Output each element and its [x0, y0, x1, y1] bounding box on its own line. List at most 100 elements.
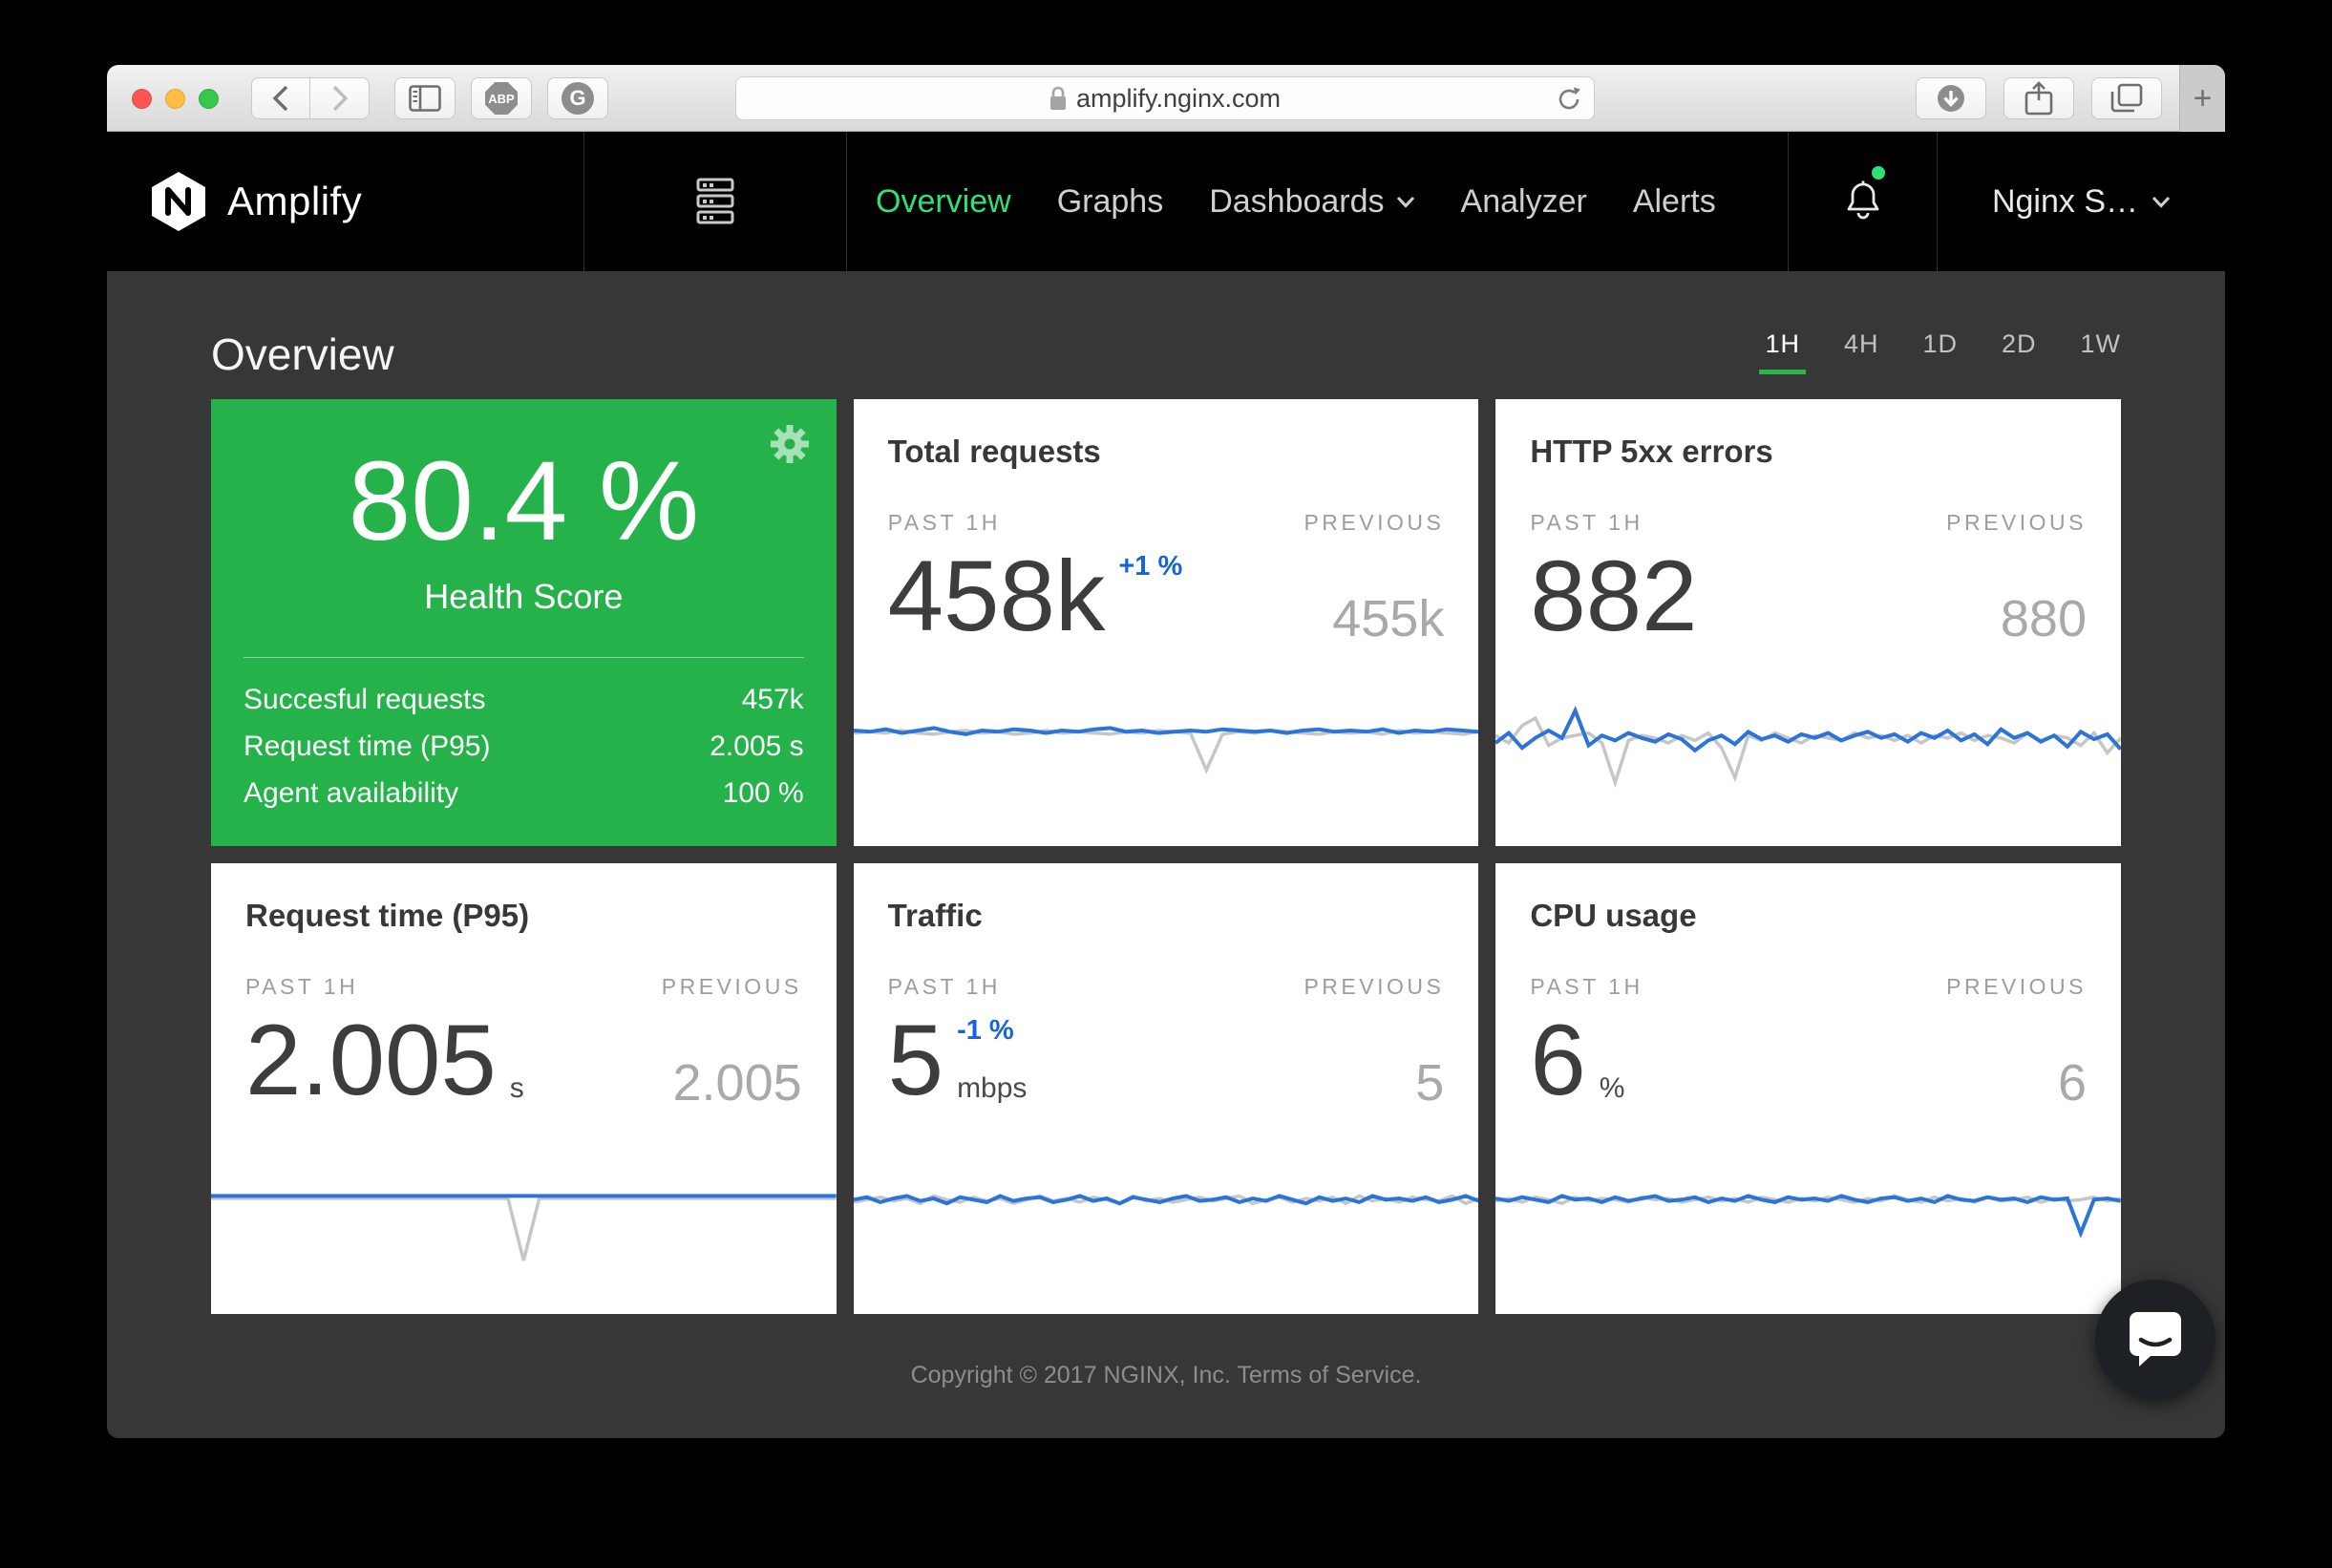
notification-dot [1872, 166, 1885, 180]
bell-icon [1843, 179, 1883, 224]
health-row-successful-requests: Succesful requests 457k [244, 677, 804, 724]
past-label: PAST 1H [888, 974, 1001, 1000]
health-row-request-time: Request time (P95) 2.005 s [244, 724, 804, 771]
show-tabs-button[interactable] [2091, 77, 2162, 119]
card-title: HTTP 5xx errors [1530, 434, 2087, 470]
time-range-tabs: 1H 4H 1D 2D 1W [1765, 329, 2121, 380]
chat-bubble-icon [2128, 1310, 2183, 1369]
browser-toolbar: ABP G amplify.nginx.com [107, 65, 2225, 132]
new-tab-button[interactable]: + [2179, 65, 2225, 132]
nginx-logo-icon [151, 171, 206, 232]
divider [244, 657, 804, 658]
metric-unit: mbps [957, 1072, 1027, 1105]
browser-window: ABP G amplify.nginx.com [107, 65, 2225, 1438]
metric-change: -1 % [957, 1015, 1027, 1047]
metric-previous: 2.005 [673, 1057, 802, 1109]
metric-unit: % [1600, 1072, 1625, 1105]
address-bar[interactable]: amplify.nginx.com [735, 76, 1595, 120]
ghostery-extension-button[interactable]: G [547, 77, 608, 119]
nav-item-dashboards[interactable]: Dashboards [1209, 183, 1414, 221]
metric-previous: 5 [1415, 1057, 1444, 1109]
range-tab-2d[interactable]: 2D [2002, 329, 2037, 374]
abp-icon: ABP [485, 82, 518, 115]
account-menu[interactable]: Nginx S… [1938, 132, 2225, 271]
chevron-down-icon [1396, 196, 1415, 208]
previous-label: PREVIOUS [662, 974, 802, 1000]
card-title: Traffic [888, 898, 1445, 934]
http-5xx-sparkline [1495, 693, 2121, 817]
share-button[interactable] [2003, 77, 2074, 119]
terms-of-service-link[interactable]: Terms of Service. [1237, 1362, 1421, 1388]
content-area: Overview 1H 4H 1D 2D 1W [107, 271, 2225, 1438]
sidebar-toggle-button[interactable] [394, 77, 456, 119]
account-name: Nginx S… [1992, 183, 2138, 221]
traffic-card: Traffic PAST 1H PREVIOUS 5 -1 % mbps 5 [854, 863, 1479, 1314]
downloads-button[interactable] [1916, 77, 1986, 119]
range-tab-4h[interactable]: 4H [1844, 329, 1879, 374]
nav-item-analyzer[interactable]: Analyzer [1461, 183, 1587, 221]
range-tab-1h[interactable]: 1H [1765, 329, 1800, 374]
health-score-card: 80.4 % Health Score Succesful requests 4… [211, 399, 837, 846]
chevron-left-icon [270, 84, 291, 113]
notifications-button[interactable] [1788, 132, 1938, 271]
cpu-usage-sparkline [1495, 1161, 2121, 1285]
range-tab-1d[interactable]: 1D [1922, 329, 1958, 374]
metric-value: 458k [888, 549, 1106, 645]
server-rack-icon [690, 174, 740, 229]
past-label: PAST 1H [1530, 974, 1643, 1000]
adblock-extension-button[interactable]: ABP [471, 77, 532, 119]
reload-icon[interactable] [1556, 86, 1582, 113]
metric-value: 6 [1530, 1013, 1585, 1109]
close-window-button[interactable] [132, 89, 152, 109]
copyright-text: Copyright © 2017 NGINX, Inc. [911, 1362, 1231, 1388]
health-row-agent-availability: Agent availability 100 % [244, 771, 804, 817]
brand[interactable]: Amplify [107, 132, 584, 271]
chevron-right-icon [329, 84, 350, 113]
past-label: PAST 1H [245, 974, 358, 1000]
metric-unit: s [510, 1072, 524, 1105]
lock-icon [1049, 86, 1067, 111]
card-title: Total requests [888, 434, 1445, 470]
cpu-usage-card: CPU usage PAST 1H PREVIOUS 6 % 6 [1495, 863, 2121, 1314]
previous-label: PREVIOUS [1946, 974, 2087, 1000]
metric-previous: 6 [2058, 1057, 2087, 1109]
share-icon [2025, 81, 2053, 116]
card-title: CPU usage [1530, 898, 2087, 934]
forward-button[interactable] [310, 77, 370, 119]
metric-previous: 455k [1332, 593, 1444, 645]
range-tab-1w[interactable]: 1W [2081, 329, 2122, 374]
back-button[interactable] [251, 77, 310, 119]
nav-item-overview[interactable]: Overview [876, 183, 1011, 221]
metric-value: 5 [888, 1013, 943, 1109]
traffic-lights [132, 89, 219, 109]
main-menu: Overview Graphs Dashboards Analyzer Aler… [847, 132, 1788, 271]
metric-value: 882 [1530, 549, 1697, 645]
g-icon: G [562, 82, 594, 115]
nav-item-graphs[interactable]: Graphs [1057, 183, 1164, 221]
gear-icon[interactable] [770, 424, 810, 464]
total-requests-card: Total requests PAST 1H PREVIOUS 458k +1 … [854, 399, 1479, 846]
health-score-value: 80.4 % [211, 432, 837, 573]
minimize-window-button[interactable] [165, 89, 185, 109]
metric-previous: 880 [2001, 593, 2087, 645]
previous-label: PREVIOUS [1304, 510, 1444, 536]
http-5xx-errors-card: HTTP 5xx errors PAST 1H PREVIOUS 882 880 [1495, 399, 2121, 846]
nav-item-alerts[interactable]: Alerts [1633, 183, 1716, 221]
previous-label: PREVIOUS [1304, 974, 1444, 1000]
total-requests-sparkline [854, 693, 1479, 817]
health-score-label: Health Score [211, 577, 837, 617]
chevron-down-icon [2152, 196, 2171, 208]
card-title: Request time (P95) [245, 898, 802, 934]
brand-name: Amplify [227, 179, 362, 224]
zoom-window-button[interactable] [199, 89, 219, 109]
intercom-chat-button[interactable] [2095, 1280, 2215, 1400]
server-list-button[interactable] [584, 132, 847, 271]
previous-label: PREVIOUS [1946, 510, 2087, 536]
past-label: PAST 1H [1530, 510, 1643, 536]
past-label: PAST 1H [888, 510, 1001, 536]
footer: Copyright © 2017 NGINX, Inc. Terms of Se… [211, 1362, 2121, 1389]
url-text: amplify.nginx.com [1076, 84, 1281, 114]
request-time-sparkline [211, 1161, 837, 1285]
traffic-sparkline [854, 1161, 1479, 1285]
request-time-card: Request time (P95) PAST 1H PREVIOUS 2.00… [211, 863, 837, 1314]
